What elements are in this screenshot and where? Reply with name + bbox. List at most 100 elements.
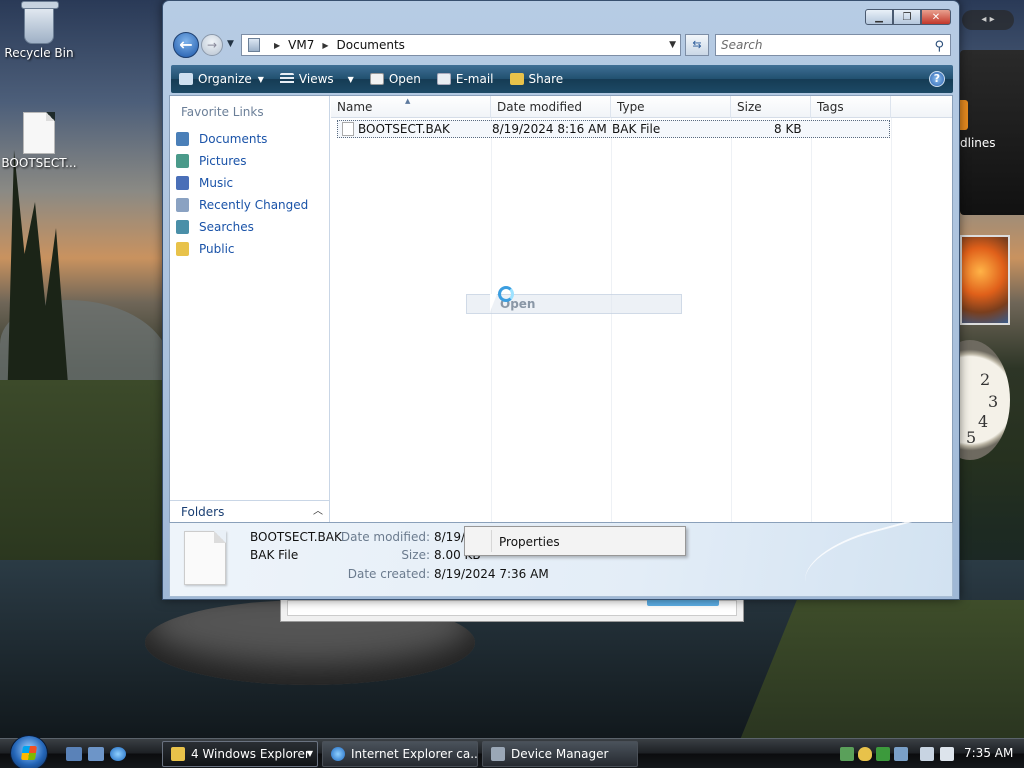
forward-button[interactable]: → bbox=[201, 34, 223, 56]
desktop-icon-recycle-bin[interactable]: Recycle Bin bbox=[0, 1, 78, 60]
volume-muted-icon[interactable] bbox=[940, 747, 954, 761]
breadcrumb-arrow-icon[interactable]: ▶ bbox=[322, 41, 328, 50]
recycle-bin-icon bbox=[21, 1, 59, 44]
taskbar-button-windows-explorer[interactable]: 4 Windows Explorer ▼ bbox=[162, 741, 318, 767]
email-icon bbox=[436, 73, 451, 85]
slideshow-gadget[interactable] bbox=[960, 235, 1010, 325]
documents-icon bbox=[176, 132, 189, 146]
breadcrumb-vm7[interactable]: VM7 bbox=[288, 38, 314, 52]
folder-icon bbox=[171, 747, 185, 761]
breadcrumb-documents[interactable]: Documents bbox=[337, 38, 405, 52]
desktop-icon-label: BOOTSECT... bbox=[1, 156, 77, 170]
column-header-label: Size bbox=[737, 100, 762, 114]
wallpaper-trees bbox=[7, 150, 70, 410]
internet-explorer-icon[interactable] bbox=[110, 747, 126, 761]
news-gadget[interactable]: dlines bbox=[960, 50, 1024, 215]
help-button[interactable]: ? bbox=[929, 71, 945, 87]
music-icon bbox=[176, 176, 189, 190]
context-menu-item-properties[interactable]: Properties bbox=[499, 535, 560, 549]
refresh-button[interactable]: ⇆ bbox=[685, 34, 709, 56]
column-divider bbox=[611, 118, 612, 522]
minimize-button[interactable]: ▁ bbox=[865, 9, 893, 25]
taskbar-clock[interactable]: 7:35 AM bbox=[964, 746, 1013, 760]
searches-icon bbox=[176, 220, 189, 234]
taskbar-button-device-manager[interactable]: Device Manager bbox=[482, 741, 638, 767]
search-input[interactable]: Search ⚲ bbox=[715, 34, 951, 56]
address-dropdown-icon[interactable]: ▼ bbox=[669, 40, 676, 50]
network-status-icon[interactable] bbox=[840, 747, 854, 761]
device-manager-icon bbox=[491, 747, 505, 761]
taskbar-button-internet-explorer[interactable]: Internet Explorer ca... bbox=[322, 741, 478, 767]
close-icon: ✕ bbox=[931, 11, 941, 23]
chevron-down-icon: ▼ bbox=[306, 749, 313, 758]
restore-icon: ❐ bbox=[902, 11, 912, 23]
clock-number: 3 bbox=[988, 392, 999, 411]
open-icon bbox=[369, 73, 384, 85]
chevron-up-icon: ︿ bbox=[313, 506, 323, 517]
column-header-name[interactable]: ▲ Name bbox=[331, 96, 491, 118]
decorative-swoosh bbox=[797, 517, 937, 604]
details-date-created-label: Date created: bbox=[347, 567, 430, 581]
email-button[interactable]: E-mail bbox=[429, 65, 502, 93]
maximize-button[interactable]: ❐ bbox=[893, 9, 921, 25]
column-header-type[interactable]: Type bbox=[611, 96, 731, 118]
taskbar-button-label: Internet Explorer ca... bbox=[351, 747, 478, 761]
security-shield-icon[interactable] bbox=[858, 747, 872, 761]
favorite-link-music[interactable]: Music bbox=[176, 172, 308, 194]
clock-number: 4 bbox=[978, 412, 989, 431]
organize-label: Organize bbox=[198, 72, 252, 86]
address-bar[interactable]: ▶ VM7 ▶ Documents ▼ bbox=[241, 34, 681, 56]
details-file-type: BAK File bbox=[250, 548, 299, 562]
views-button[interactable]: Views ▼ bbox=[272, 65, 362, 93]
news-gadget-label: dlines bbox=[960, 136, 996, 150]
folders-label: Folders bbox=[181, 505, 225, 519]
organize-button[interactable]: Organize ▼ bbox=[171, 65, 272, 93]
public-folder-icon bbox=[176, 242, 189, 256]
context-menu-gutter bbox=[491, 530, 492, 552]
windows-update-icon[interactable] bbox=[894, 747, 908, 761]
news-gadget-accent bbox=[960, 100, 968, 130]
favorite-links-title: Favorite Links bbox=[181, 105, 264, 119]
share-button[interactable]: Share bbox=[502, 65, 572, 93]
desktop-icon-bootsect[interactable]: BOOTSECT... bbox=[0, 112, 78, 170]
open-button[interactable]: Open bbox=[362, 65, 429, 93]
clock-number: 2 bbox=[980, 370, 991, 389]
context-menu: Properties bbox=[464, 526, 686, 556]
favorite-link-public[interactable]: Public bbox=[176, 238, 308, 260]
search-icon[interactable]: ⚲ bbox=[934, 37, 944, 57]
search-placeholder: Search bbox=[721, 38, 763, 52]
pictures-icon bbox=[176, 154, 189, 168]
show-desktop-icon[interactable] bbox=[66, 747, 82, 761]
recent-pages-button[interactable]: ▼ bbox=[227, 39, 234, 49]
column-header-size[interactable]: Size bbox=[731, 96, 811, 118]
navigation-pane: Favorite Links Documents Pictures Music … bbox=[170, 96, 330, 522]
views-label: Views bbox=[298, 72, 334, 86]
sidebar-gadget-controls[interactable]: ◂ ▸ bbox=[962, 10, 1014, 30]
favorite-link-searches[interactable]: Searches bbox=[176, 216, 308, 238]
column-header-label: Name bbox=[337, 100, 373, 114]
favorite-link-label: Public bbox=[199, 242, 235, 256]
column-header-tags[interactable]: Tags bbox=[811, 96, 891, 118]
caption-buttons: ▁ ❐ ✕ bbox=[865, 9, 951, 25]
start-button[interactable] bbox=[10, 735, 48, 768]
share-icon bbox=[509, 73, 524, 85]
switch-windows-icon[interactable] bbox=[88, 747, 104, 761]
favorite-link-label: Pictures bbox=[199, 154, 247, 168]
clock-number: 5 bbox=[966, 428, 977, 447]
breadcrumb-arrow-icon[interactable]: ▶ bbox=[274, 41, 280, 50]
back-button[interactable]: ← bbox=[173, 32, 199, 58]
safely-remove-icon[interactable] bbox=[876, 747, 890, 761]
organize-icon bbox=[179, 73, 193, 85]
file-type: BAK File bbox=[612, 122, 661, 136]
file-size: 8 KB bbox=[774, 122, 802, 136]
favorite-link-recently-changed[interactable]: Recently Changed bbox=[176, 194, 308, 216]
favorite-link-pictures[interactable]: Pictures bbox=[176, 150, 308, 172]
email-label: E-mail bbox=[455, 72, 494, 86]
column-header-date-modified[interactable]: Date modified bbox=[491, 96, 611, 118]
folders-toggle[interactable]: Folders ︿ bbox=[170, 500, 329, 522]
table-row[interactable]: BOOTSECT.BAK 8/19/2024 8:16 AM BAK File … bbox=[337, 120, 890, 138]
network-connection-icon[interactable] bbox=[920, 747, 934, 761]
favorite-link-documents[interactable]: Documents bbox=[176, 128, 308, 150]
close-button[interactable]: ✕ bbox=[921, 9, 951, 25]
minimize-icon: ▁ bbox=[875, 11, 883, 23]
